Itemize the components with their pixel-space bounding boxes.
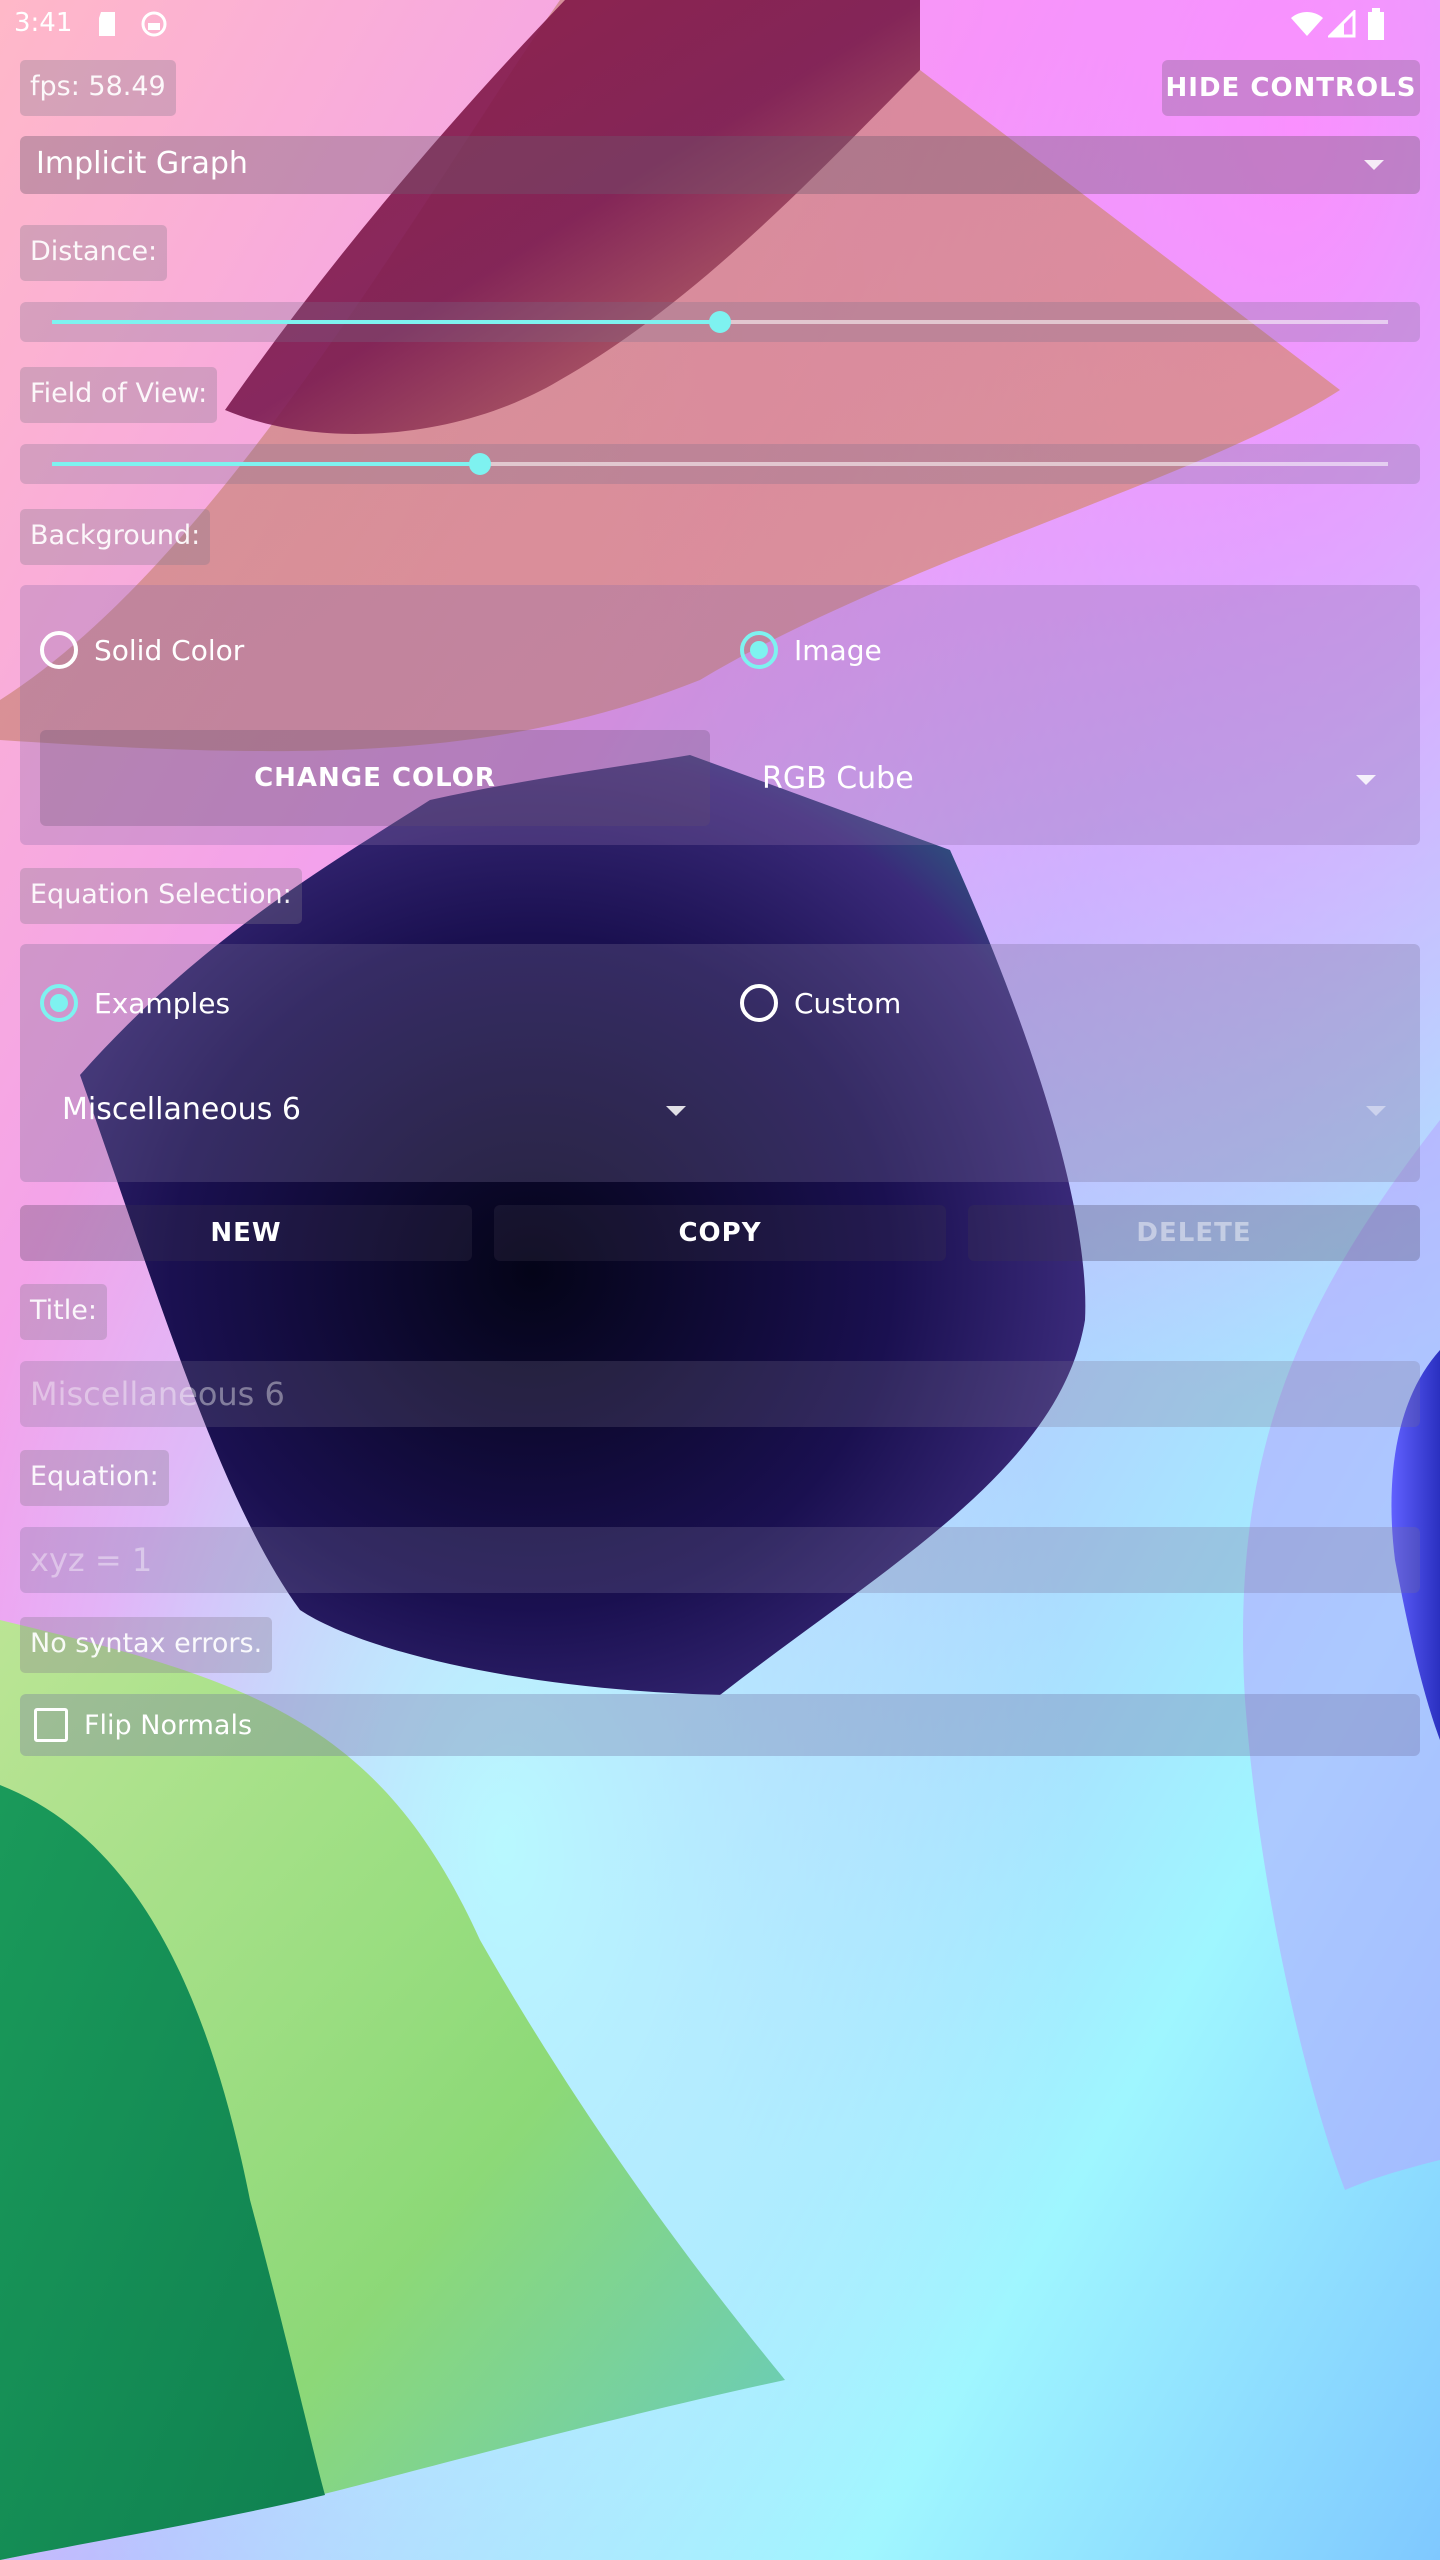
radio-image[interactable]: Image xyxy=(740,625,1040,675)
distance-label: Distance: xyxy=(20,225,168,281)
copy-equation-button[interactable]: COPY xyxy=(494,1205,946,1261)
radio-solid-color[interactable]: Solid Color xyxy=(40,625,340,675)
checkbox-icon[interactable] xyxy=(34,1708,68,1742)
equation-label: Equation: xyxy=(20,1450,169,1506)
title-input-value: Miscellaneous 6 xyxy=(30,1375,285,1413)
radio-button-icon xyxy=(40,631,78,669)
new-equation-button[interactable]: NEW xyxy=(20,1205,472,1261)
radio-solid-color-label: Solid Color xyxy=(94,634,245,667)
equation-selection-panel: Examples Custom Miscellaneous 6 xyxy=(20,944,1420,1182)
flip-normals-checkbox-row[interactable]: Flip Normals xyxy=(20,1694,1420,1756)
wifi-icon xyxy=(1291,12,1323,36)
radio-button-selected-icon xyxy=(740,631,778,669)
radio-image-label: Image xyxy=(794,634,882,667)
graph-type-value: Implicit Graph xyxy=(36,146,248,181)
equation-selection-label: Equation Selection: xyxy=(20,868,302,924)
hide-controls-button[interactable]: HIDE CONTROLS xyxy=(1162,60,1420,116)
background-image-dropdown[interactable]: RGB Cube xyxy=(740,735,1400,825)
radio-custom[interactable]: Custom xyxy=(740,978,1040,1028)
chevron-down-icon xyxy=(1356,775,1376,785)
sd-card-icon xyxy=(99,12,115,36)
battery-icon xyxy=(1368,8,1384,40)
example-equation-value: Miscellaneous 6 xyxy=(62,1092,301,1127)
status-time: 3:41 xyxy=(14,8,73,38)
radio-button-selected-icon xyxy=(40,984,78,1022)
example-equation-dropdown[interactable]: Miscellaneous 6 xyxy=(40,1064,700,1154)
background-panel: Solid Color Image CHANGE COLOR RGB Cube xyxy=(20,585,1420,845)
chevron-down-icon xyxy=(1364,160,1384,170)
chevron-down-icon xyxy=(666,1106,686,1116)
syntax-status: No syntax errors. xyxy=(20,1617,273,1673)
field-of-view-slider-fill xyxy=(52,462,480,466)
android-debug-icon xyxy=(141,11,167,37)
change-color-button[interactable]: CHANGE COLOR xyxy=(40,730,710,826)
custom-equation-dropdown xyxy=(740,1064,1400,1154)
field-of-view-slider[interactable] xyxy=(20,444,1420,484)
equation-input[interactable]: xyz = 1 xyxy=(20,1527,1420,1593)
flip-normals-label: Flip Normals xyxy=(84,1710,253,1741)
title-label: Title: xyxy=(20,1284,107,1340)
distance-slider-fill xyxy=(52,320,720,324)
radio-examples[interactable]: Examples xyxy=(40,978,340,1028)
background-image-value: RGB Cube xyxy=(762,761,914,796)
radio-button-icon xyxy=(740,984,778,1022)
radio-examples-label: Examples xyxy=(94,987,231,1020)
distance-slider-thumb[interactable] xyxy=(709,311,731,333)
status-bar: 3:41 xyxy=(0,0,1440,50)
fps-label: fps: 58.49 xyxy=(20,60,176,116)
radio-custom-label: Custom xyxy=(794,987,902,1020)
chevron-down-icon xyxy=(1366,1106,1386,1116)
field-of-view-slider-thumb[interactable] xyxy=(469,453,491,475)
field-of-view-label: Field of View: xyxy=(20,367,218,423)
distance-slider[interactable] xyxy=(20,302,1420,342)
cell-signal-icon xyxy=(1328,10,1356,38)
equation-input-value: xyz = 1 xyxy=(30,1541,153,1579)
graph-type-dropdown[interactable]: Implicit Graph xyxy=(20,136,1420,194)
delete-equation-button: DELETE xyxy=(968,1205,1420,1261)
title-input[interactable]: Miscellaneous 6 xyxy=(20,1361,1420,1427)
background-label: Background: xyxy=(20,509,211,565)
